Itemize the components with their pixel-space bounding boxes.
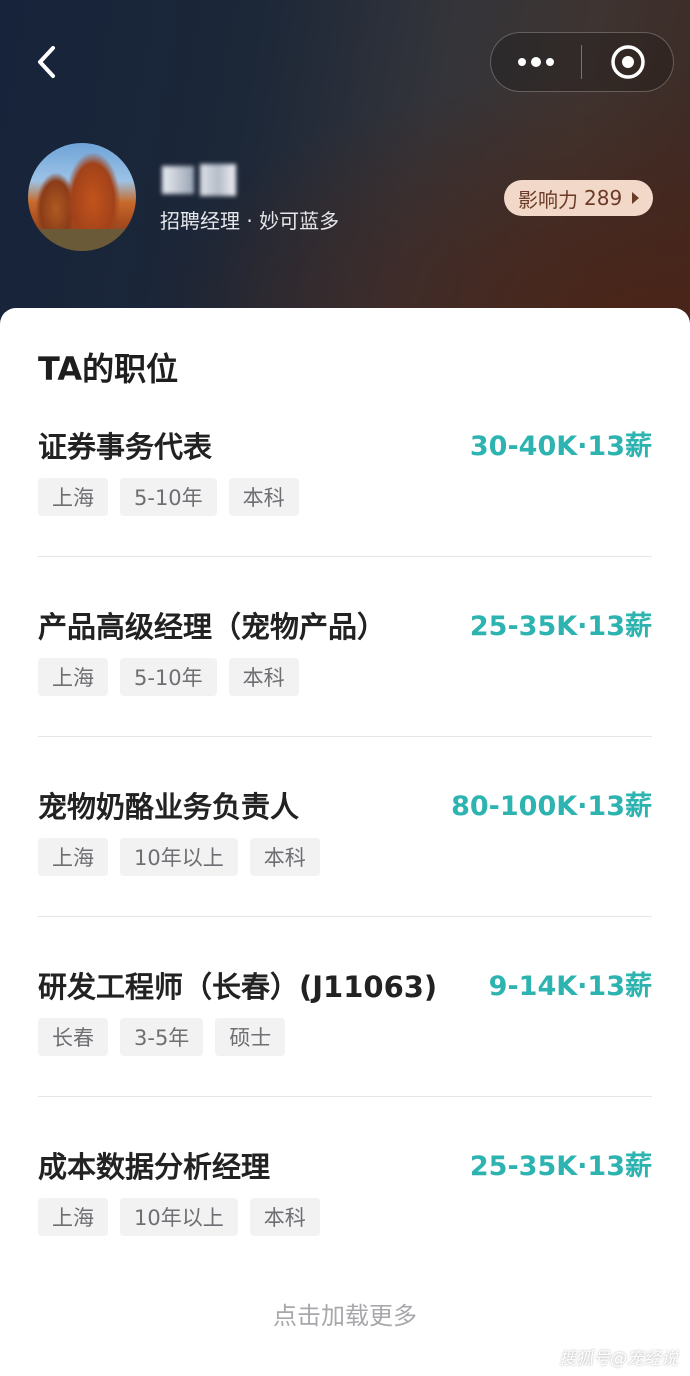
job-salary: 30-40K·13薪: [469, 431, 652, 462]
target-close-icon: [610, 45, 645, 79]
avatar[interactable]: [28, 143, 136, 251]
more-dots-icon: [518, 57, 554, 67]
job-salary: 25-35K·13薪: [469, 1151, 652, 1182]
job-tags: 上海 5-10年 本科: [38, 478, 299, 516]
job-title: 宠物奶酪业务负责人: [38, 790, 300, 824]
divider: [38, 736, 652, 737]
miniprogram-capsule: [490, 32, 674, 92]
job-salary: 25-35K·13薪: [469, 611, 652, 642]
recruiter-subtitle: 招聘经理 · 妙可蓝多: [160, 209, 340, 233]
tag-experience: 5-10年: [120, 478, 217, 516]
tag-degree: 硕士: [215, 1018, 286, 1056]
job-salary: 80-100K·13薪: [451, 791, 652, 822]
tag-degree: 本科: [249, 838, 320, 876]
tag-experience: 3-5年: [120, 1018, 204, 1056]
caret-right-icon: [632, 192, 640, 204]
job-title: 证券事务代表: [38, 430, 213, 464]
job-tags: 上海 5-10年 本科: [38, 658, 299, 696]
tag-experience: 10年以上: [120, 1198, 238, 1236]
divider: [38, 916, 652, 917]
job-title: 产品高级经理（宠物产品）: [38, 610, 387, 644]
divider: [38, 556, 652, 557]
job-tags: 长春 3-5年 硕士: [38, 1018, 286, 1056]
job-salary: 9-14K·13薪: [488, 971, 652, 1002]
tag-city: 上海: [38, 1198, 108, 1236]
job-tags: 上海 10年以上 本科: [38, 1198, 320, 1236]
influence-value: 289: [584, 186, 623, 210]
tag-city: 长春: [38, 1018, 108, 1056]
recruiter-name-blurred: [162, 162, 244, 198]
tag-experience: 5-10年: [120, 658, 217, 696]
job-tags: 上海 10年以上 本科: [38, 838, 320, 876]
tag-city: 上海: [38, 838, 108, 876]
divider: [38, 1096, 652, 1097]
close-miniprogram-button[interactable]: [582, 33, 673, 91]
tag-experience: 10年以上: [120, 838, 238, 876]
influence-label: 影响力: [518, 187, 578, 212]
tag-city: 上海: [38, 658, 108, 696]
tag-degree: 本科: [228, 478, 299, 516]
influence-badge[interactable]: 影响力 289: [504, 180, 654, 216]
job-title: 成本数据分析经理: [38, 1150, 271, 1184]
back-button[interactable]: [26, 40, 66, 84]
watermark: 搜狐号@宠经说: [559, 1349, 678, 1369]
tag-city: 上海: [38, 478, 108, 516]
chevron-left-icon: [38, 46, 55, 78]
section-title: TA的职位: [38, 350, 179, 388]
tag-degree: 本科: [249, 1198, 320, 1236]
load-more-button[interactable]: 点击加载更多: [0, 1296, 690, 1331]
job-title: 研发工程师（长春）(J11063): [38, 970, 438, 1004]
more-button[interactable]: [491, 33, 581, 91]
tag-degree: 本科: [228, 658, 299, 696]
